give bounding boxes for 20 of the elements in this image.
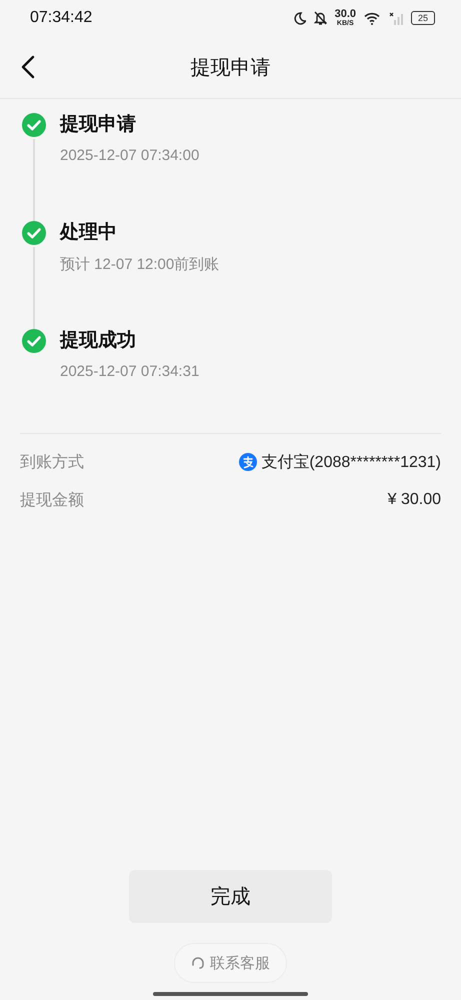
battery-indicator: 25: [411, 11, 435, 25]
detail-label: 到账方式: [20, 452, 84, 472]
status-time: 07:34:42: [30, 9, 92, 27]
detail-value: 支付宝(2088********1231): [261, 452, 441, 472]
bell-muted-icon: [314, 11, 327, 25]
moon-icon: [294, 12, 306, 24]
step-time: 2025-12-07 07:34:00: [60, 147, 200, 164]
wifi-icon: [364, 12, 381, 24]
alipay-icon: [239, 453, 258, 471]
detail-label: 提现金额: [20, 490, 84, 510]
done-button[interactable]: 完成: [129, 870, 332, 923]
step-title: 提现成功: [60, 329, 137, 353]
step-title: 提现申请: [60, 113, 137, 137]
page-title: 提现申请: [190, 56, 270, 80]
step-title: 处理中: [60, 221, 118, 245]
back-icon[interactable]: [20, 55, 36, 79]
signal-icon: [389, 12, 403, 24]
step-time: 2025-12-07 07:34:31: [60, 363, 200, 380]
detail-value: ¥ 30.00: [388, 491, 441, 509]
step-time: 预计 12-07 12:00前到账: [60, 255, 220, 274]
